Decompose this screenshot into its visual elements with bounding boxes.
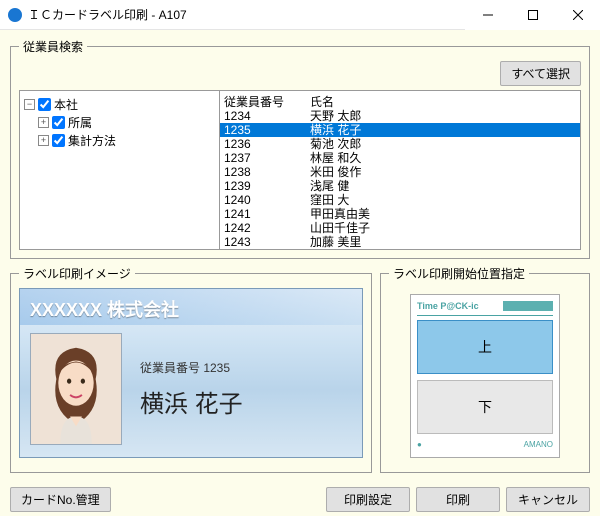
org-tree[interactable]: − 本社 + 所属 + 集計方法 — [20, 91, 220, 249]
tree-child[interactable]: + 集計方法 — [24, 131, 215, 149]
column-id[interactable]: 従業員番号 — [220, 93, 310, 109]
tree-root[interactable]: − 本社 — [24, 95, 215, 113]
employee-search-group: 従業員検索 すべて選択 − 本社 + 所属 — [10, 38, 590, 259]
cancel-button[interactable]: キャンセル — [506, 487, 590, 512]
tree-child-label: 集計方法 — [68, 132, 116, 149]
cell-id: 1239 — [220, 179, 310, 193]
cell-id: 1243 — [220, 235, 310, 249]
cell-name: 山田千佳子 — [310, 221, 580, 235]
list-row[interactable]: 1238米田 俊作 — [220, 165, 580, 179]
tree-child-checkbox[interactable] — [52, 116, 65, 129]
tree-child-checkbox[interactable] — [52, 134, 65, 147]
label-sheet: Time P@CK-ic 上 下 ● AMANO — [410, 294, 560, 458]
label-preview-group: ラベル印刷イメージ XXXXXX 株式会社 — [10, 265, 372, 473]
employee-id-label: 従業員番号 1235 — [140, 359, 230, 376]
list-row[interactable]: 1240窪田 大 — [220, 193, 580, 207]
sheet-head-box — [503, 301, 553, 311]
tree-root-label: 本社 — [54, 96, 78, 113]
list-row[interactable]: 1242山田千佳子 — [220, 221, 580, 235]
employee-list: 従業員番号 氏名 1234天野 太郎1235横浜 花子1236菊池 次郎1237… — [220, 91, 580, 249]
print-settings-button[interactable]: 印刷設定 — [326, 487, 410, 512]
list-row[interactable]: 1234天野 太郎 — [220, 109, 580, 123]
app-icon — [8, 8, 22, 22]
collapse-icon[interactable]: − — [24, 99, 35, 110]
print-position-group: ラベル印刷開始位置指定 Time P@CK-ic 上 下 ● AMANO — [380, 265, 590, 473]
cell-id: 1242 — [220, 221, 310, 235]
position-bottom-slot[interactable]: 下 — [417, 380, 553, 434]
close-button[interactable] — [555, 0, 600, 30]
cell-id: 1234 — [220, 109, 310, 123]
cell-name: 米田 俊作 — [310, 165, 580, 179]
employee-search-legend: 従業員検索 — [19, 38, 87, 55]
cell-name: 菊池 次郎 — [310, 137, 580, 151]
maximize-button[interactable] — [510, 0, 555, 30]
cell-id: 1237 — [220, 151, 310, 165]
window-title: ＩＣカードラベル印刷 - A107 — [28, 6, 465, 23]
card-no-manage-button[interactable]: カードNo.管理 — [10, 487, 111, 512]
cell-name: 甲田真由美 — [310, 207, 580, 221]
sheet-foot-left: ● — [417, 440, 422, 449]
select-all-button[interactable]: すべて選択 — [500, 61, 581, 86]
employee-photo — [30, 333, 122, 445]
cell-name: 浅尾 健 — [310, 179, 580, 193]
list-body[interactable]: 1234天野 太郎1235横浜 花子1236菊池 次郎1237林屋 和久1238… — [220, 109, 580, 249]
cell-id: 1236 — [220, 137, 310, 151]
card-preview: XXXXXX 株式会社 従業員番号 1235 横浜 花 — [19, 288, 363, 458]
column-name[interactable]: 氏名 — [310, 93, 580, 109]
cell-id: 1238 — [220, 165, 310, 179]
expand-icon[interactable]: + — [38, 135, 49, 146]
print-position-legend: ラベル印刷開始位置指定 — [389, 265, 529, 282]
sheet-brand: Time P@CK-ic — [417, 301, 479, 311]
cell-name: 窪田 大 — [310, 193, 580, 207]
print-button[interactable]: 印刷 — [416, 487, 500, 512]
tree-child-label: 所属 — [68, 114, 92, 131]
employee-name: 横浜 花子 — [140, 384, 243, 419]
list-row[interactable]: 1241甲田真由美 — [220, 207, 580, 221]
label-preview-legend: ラベル印刷イメージ — [19, 265, 135, 282]
tree-child[interactable]: + 所属 — [24, 113, 215, 131]
titlebar: ＩＣカードラベル印刷 - A107 — [0, 0, 600, 30]
list-header: 従業員番号 氏名 — [220, 91, 580, 109]
sheet-foot-brand: AMANO — [524, 440, 553, 449]
list-row[interactable]: 1235横浜 花子 — [220, 123, 580, 137]
cell-id: 1235 — [220, 123, 310, 137]
cell-name: 天野 太郎 — [310, 109, 580, 123]
cell-name: 林屋 和久 — [310, 151, 580, 165]
cell-id: 1241 — [220, 207, 310, 221]
minimize-button[interactable] — [465, 0, 510, 30]
cell-id: 1240 — [220, 193, 310, 207]
list-row[interactable]: 1239浅尾 健 — [220, 179, 580, 193]
company-name: XXXXXX 株式会社 — [30, 296, 179, 322]
list-row[interactable]: 1243加藤 美里 — [220, 235, 580, 249]
tree-root-checkbox[interactable] — [38, 98, 51, 111]
list-row[interactable]: 1236菊池 次郎 — [220, 137, 580, 151]
position-top-slot[interactable]: 上 — [417, 320, 553, 374]
cell-name: 横浜 花子 — [310, 123, 580, 137]
cell-name: 加藤 美里 — [310, 235, 580, 249]
expand-icon[interactable]: + — [38, 117, 49, 128]
list-row[interactable]: 1237林屋 和久 — [220, 151, 580, 165]
